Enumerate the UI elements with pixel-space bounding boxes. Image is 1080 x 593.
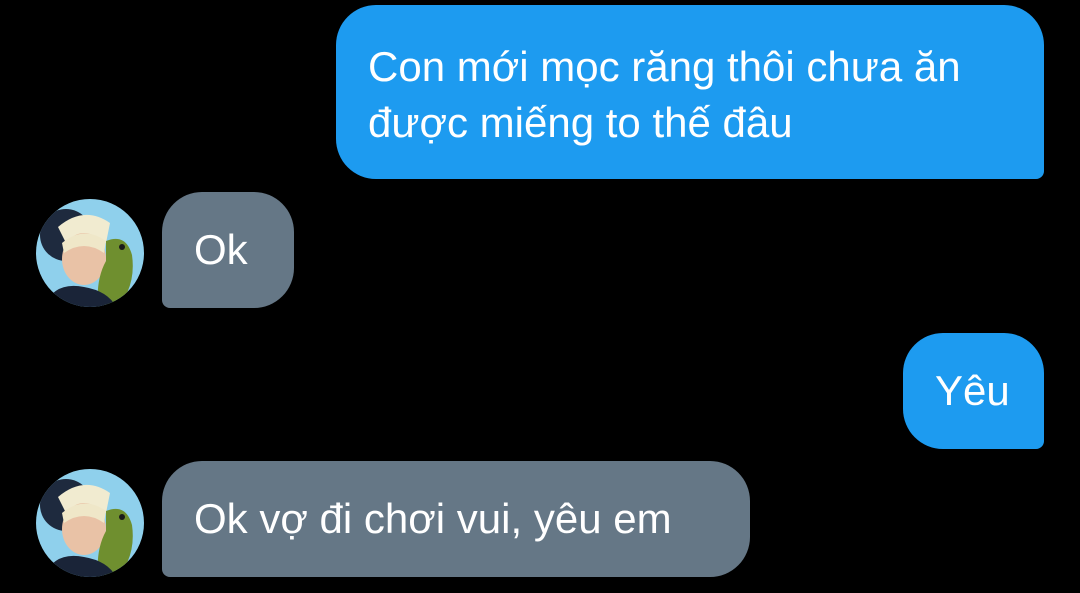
contact-avatar[interactable]: [36, 469, 144, 577]
message-text: Yêu: [935, 367, 1010, 414]
message-bubble-received-1[interactable]: Ok: [162, 192, 294, 308]
avatar-photo-icon: [36, 199, 144, 307]
message-bubble-received-2[interactable]: Ok vợ đi chơi vui, yêu em: [162, 461, 750, 577]
avatar-photo-icon: [36, 469, 144, 577]
message-bubble-sent-2[interactable]: Yêu: [903, 333, 1044, 449]
message-bubble-sent-1[interactable]: Con mới mọc răng thôi chưa ăn được miếng…: [336, 5, 1044, 179]
message-text: Ok: [194, 226, 248, 273]
message-text: Con mới mọc răng thôi chưa ăn được miếng…: [368, 43, 961, 146]
contact-avatar[interactable]: [36, 199, 144, 307]
message-text: Ok vợ đi chơi vui, yêu em: [194, 495, 672, 542]
